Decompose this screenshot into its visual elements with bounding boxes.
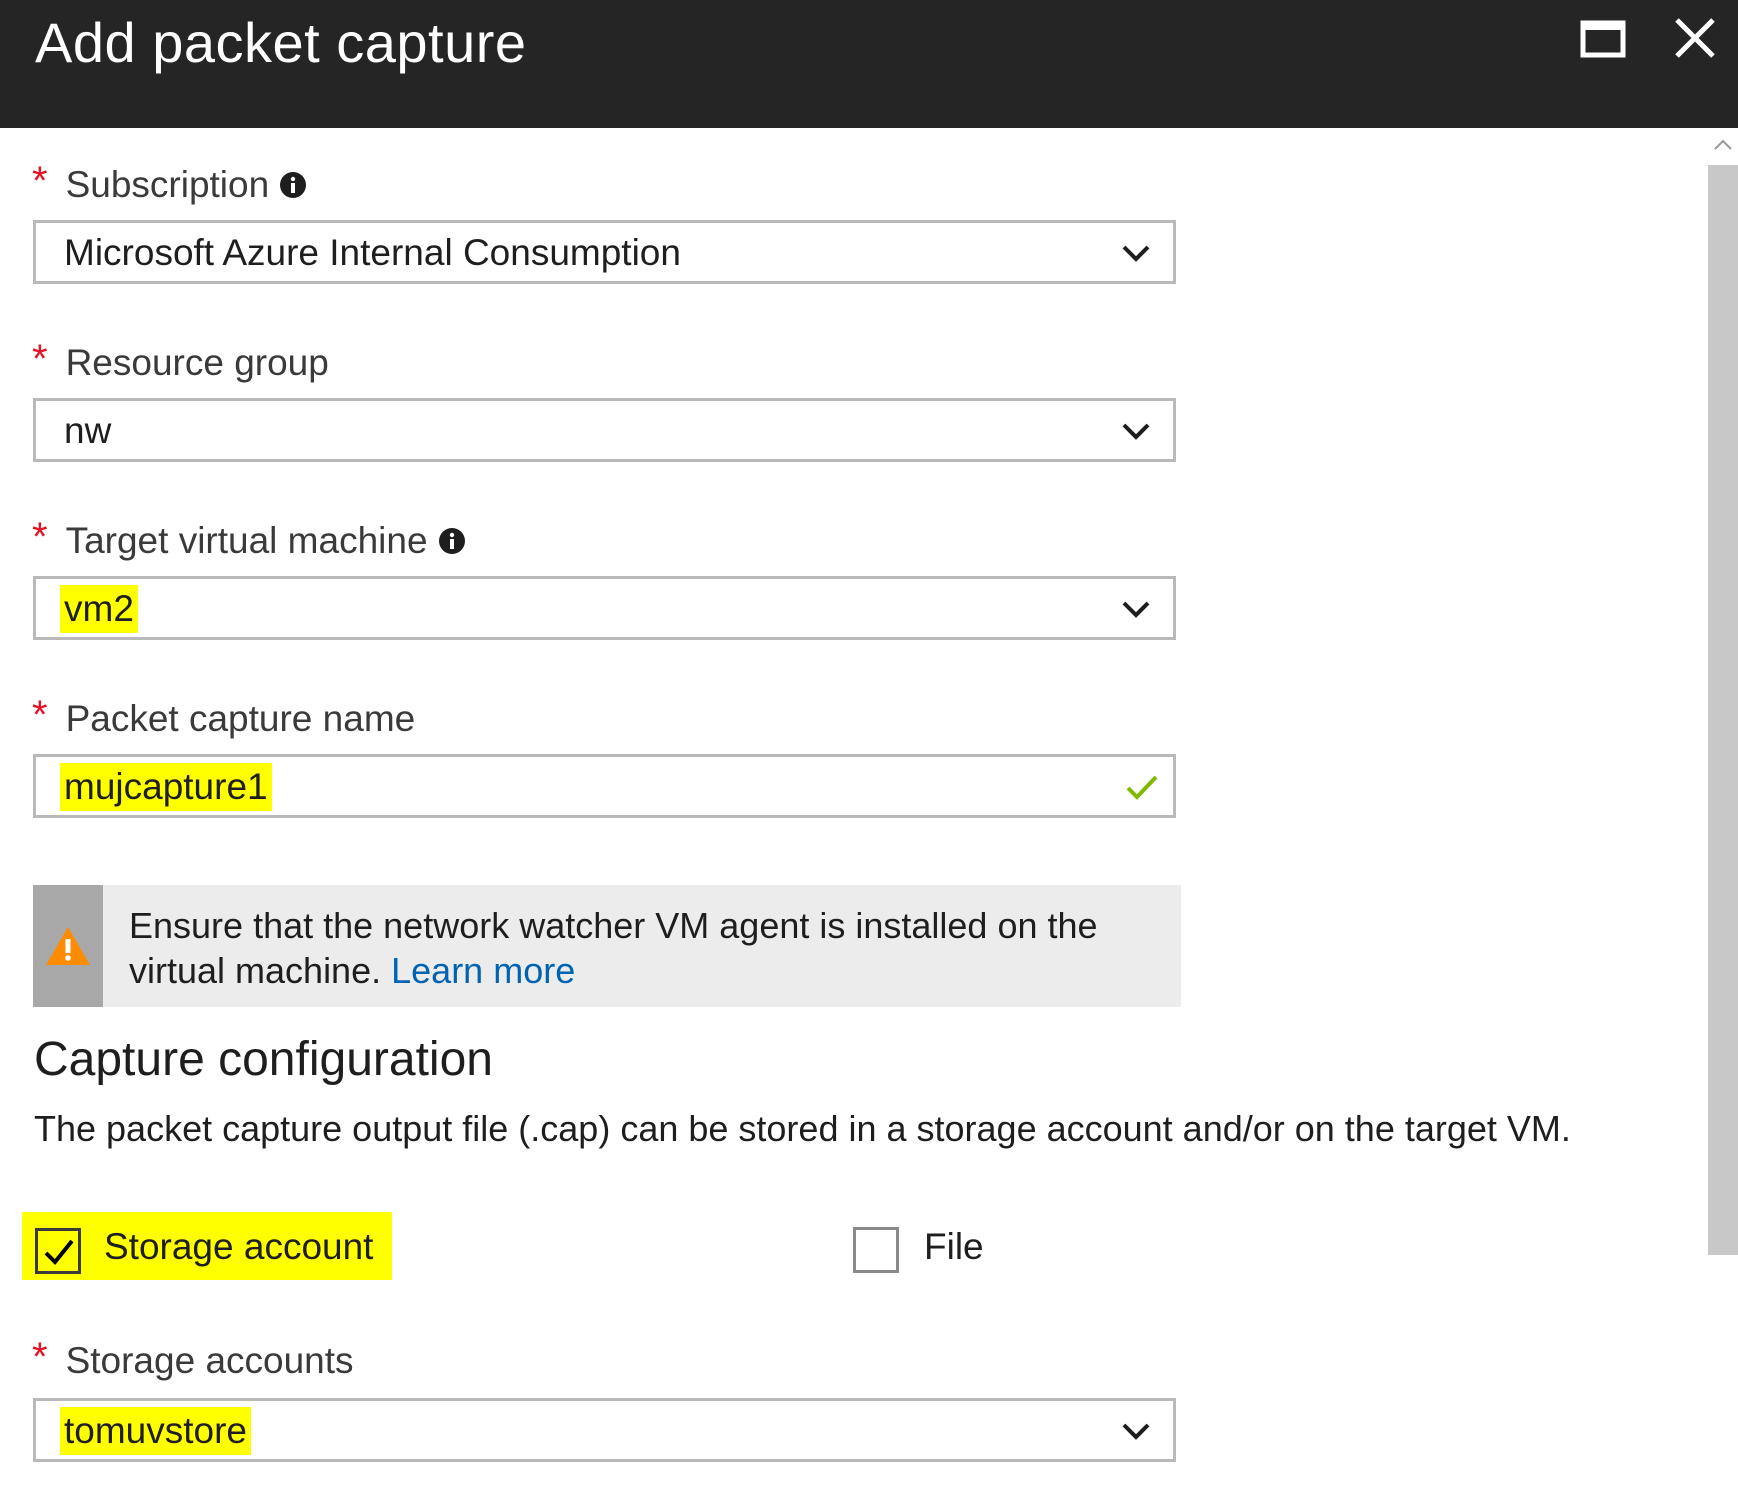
file-checkbox[interactable] [853, 1227, 899, 1273]
maximize-icon[interactable] [1575, 10, 1635, 70]
warning-message: Ensure that the network watcher VM agent… [129, 905, 1098, 991]
resource-group-value: nw [64, 410, 112, 451]
capture-name-label: * Packet capture name [32, 693, 416, 742]
storage-accounts-dropdown[interactable]: tomuvstore [33, 1398, 1176, 1462]
required-marker: * [32, 693, 48, 737]
storage-account-option-label[interactable]: Storage account [104, 1224, 373, 1270]
target-vm-label: * Target virtual machine [32, 515, 466, 564]
chevron-down-icon [1121, 1418, 1151, 1444]
section-description: The packet capture output file (.cap) ca… [34, 1108, 1571, 1149]
storage-accounts-label-text: Storage accounts [65, 1340, 354, 1381]
target-vm-label-text: Target virtual machine [65, 520, 428, 561]
target-vm-value: vm2 [60, 585, 138, 633]
warning-icon [45, 925, 91, 967]
warning-banner: Ensure that the network watcher VM agent… [33, 885, 1181, 1007]
target-vm-dropdown[interactable]: vm2 [33, 576, 1176, 640]
subscription-label: * Subscription [32, 159, 307, 208]
scrollbar-thumb[interactable] [1708, 165, 1738, 1255]
chevron-down-icon [1121, 596, 1151, 622]
required-marker: * [32, 515, 48, 559]
required-marker: * [32, 1335, 48, 1379]
storage-accounts-label: * Storage accounts [32, 1335, 354, 1384]
capture-name-value: mujcapture1 [60, 763, 272, 811]
window-title: Add packet capture [35, 11, 527, 74]
title-bar: Add packet capture [0, 0, 1738, 128]
storage-account-checkbox[interactable] [35, 1228, 81, 1274]
required-marker: * [32, 337, 48, 381]
file-option-label[interactable]: File [924, 1224, 984, 1270]
chevron-down-icon [1121, 418, 1151, 444]
required-marker: * [32, 159, 48, 203]
capture-name-label-text: Packet capture name [65, 698, 416, 739]
subscription-dropdown[interactable]: Microsoft Azure Internal Consumption [33, 220, 1176, 284]
scroll-up-icon[interactable] [1712, 134, 1734, 156]
info-icon[interactable] [438, 527, 466, 555]
resource-group-dropdown[interactable]: nw [33, 398, 1176, 462]
checkmark-icon [44, 1239, 74, 1265]
resource-group-label: * Resource group [32, 337, 329, 386]
info-icon[interactable] [279, 171, 307, 199]
section-title: Capture configuration [34, 1033, 493, 1086]
storage-accounts-value: tomuvstore [60, 1407, 252, 1455]
checkmark-icon [1125, 771, 1159, 803]
capture-name-input[interactable]: mujcapture1 [33, 754, 1176, 818]
warning-text: Ensure that the network watcher VM agent… [129, 903, 1159, 993]
learn-more-link[interactable]: Learn more [391, 950, 575, 991]
subscription-value: Microsoft Azure Internal Consumption [64, 232, 681, 273]
subscription-label-text: Subscription [65, 164, 270, 205]
warning-strip [33, 885, 103, 1007]
close-icon[interactable] [1667, 10, 1727, 70]
resource-group-label-text: Resource group [65, 342, 329, 383]
chevron-down-icon [1121, 240, 1151, 266]
